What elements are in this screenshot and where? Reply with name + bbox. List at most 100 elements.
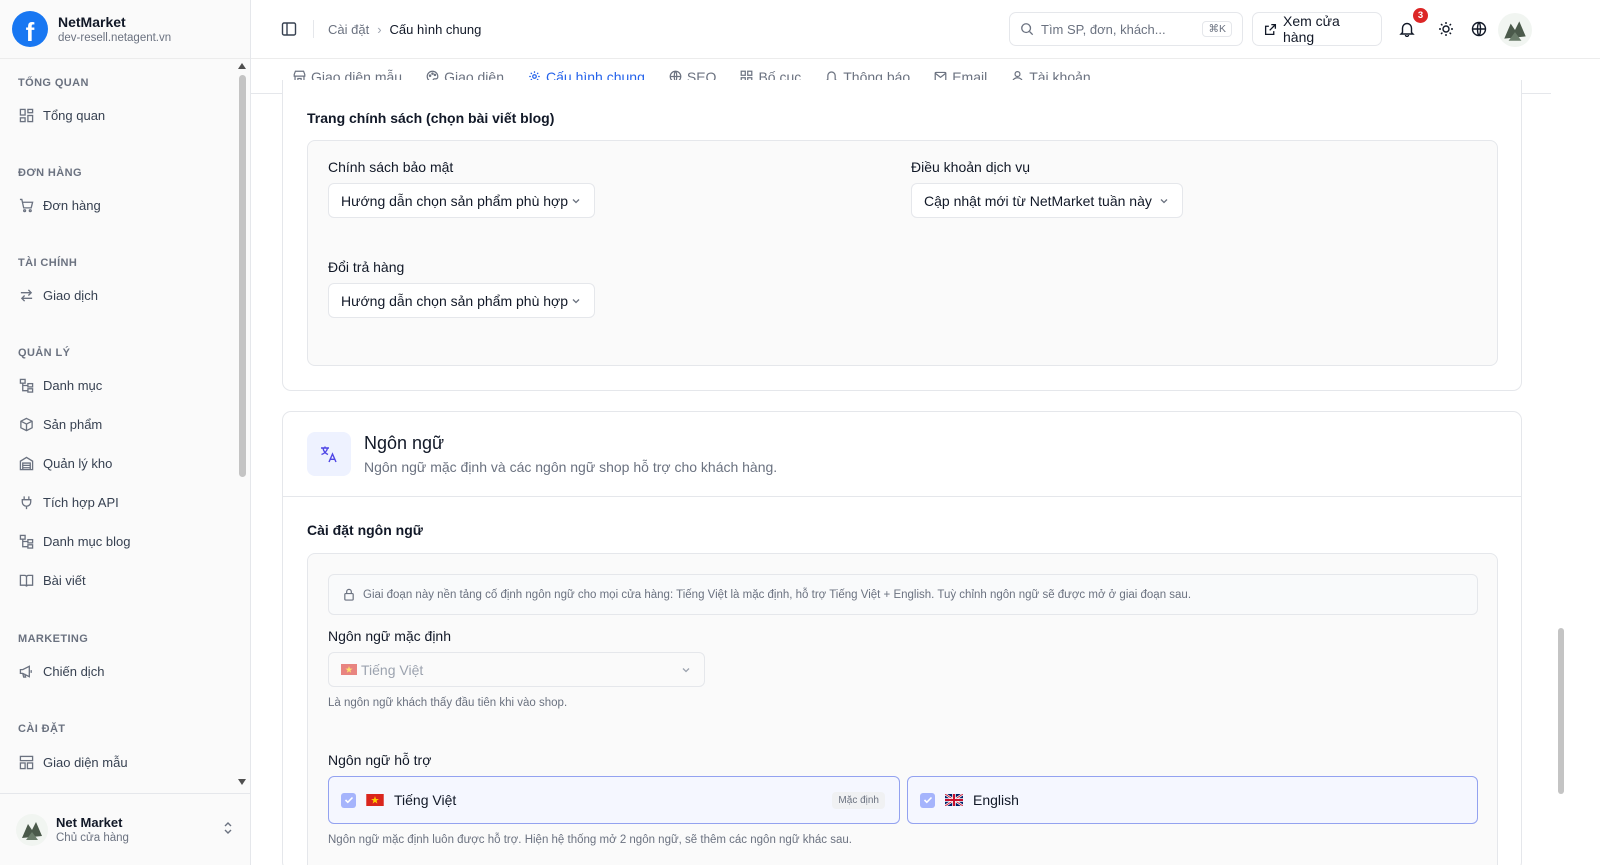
nav-section-title: TỔNG QUAN [18, 77, 89, 89]
chevron-down-icon [1158, 195, 1170, 207]
sidebar-item-templates[interactable]: Giao diện mẫu [0, 746, 236, 778]
lock-icon [343, 588, 355, 601]
sidebar-item-api[interactable]: Tích hợp API [0, 486, 236, 518]
sidebar-item-label: Tích hợp API [43, 494, 119, 510]
translate-icon [307, 432, 351, 476]
sidebar-nav: TỔNG QUAN Tổng quan ĐƠN HÀNG Đơn hàng TÀ… [0, 60, 236, 793]
checkbox-checked-icon[interactable] [920, 792, 935, 808]
vn-flag-icon [341, 664, 357, 675]
uk-flag-icon [945, 794, 963, 806]
sun-icon[interactable] [1436, 19, 1456, 39]
chevron-up-down-icon [222, 821, 234, 838]
field-label: Điều khoản dịch vụ [911, 159, 1031, 175]
bell-icon[interactable] [1397, 19, 1417, 39]
cart-icon [18, 197, 34, 213]
vn-flag-icon [366, 794, 384, 806]
page-scroll-thumb[interactable] [1558, 628, 1564, 794]
checkbox-checked-icon[interactable] [341, 792, 356, 808]
field-label: Đổi trả hàng [328, 259, 405, 275]
sidebar-item-label: Sản phẩm [43, 416, 103, 432]
user-menu[interactable]: Net Market Chủ cửa hàng [0, 793, 250, 865]
section-title: Ngôn ngữ [364, 433, 445, 453]
default-language-select[interactable]: Tiếng Việt [328, 652, 705, 687]
policy-box: Chính sách bảo mật Hướng dẫn chọn sản ph… [307, 140, 1498, 366]
scroll-up-arrow-icon[interactable] [238, 63, 246, 69]
field-label: Ngôn ngữ mặc định [328, 628, 451, 644]
sidebar-item-orders[interactable]: Đơn hàng [0, 189, 236, 221]
sidebar-item-categories[interactable]: Danh mục [0, 369, 236, 401]
field-label: Ngôn ngữ hỗ trợ [328, 752, 432, 768]
nav-section-title: ĐƠN HÀNG [18, 167, 82, 179]
policy-card: Trang chính sách (chọn bài viết blog) Ch… [282, 80, 1522, 391]
language-box: Giai đoạn này nền tảng cố định ngôn ngữ … [307, 553, 1498, 865]
language-label: Tiếng Việt [394, 792, 457, 808]
breadcrumb-current: Cấu hình chung [389, 21, 482, 37]
breadcrumb-parent[interactable]: Cài đặt [328, 22, 369, 37]
section-title: Cài đặt ngôn ngữ [307, 522, 423, 538]
page-scrollbar[interactable] [1555, 60, 1567, 865]
sidebar-item-products[interactable]: Sản phẩm [0, 408, 236, 440]
book-icon [18, 572, 34, 588]
sidebar-item-label: Giao diện mẫu [43, 754, 128, 770]
nav-section-title: TÀI CHÍNH [18, 257, 78, 269]
box-icon [18, 416, 34, 432]
default-badge: Mặc định [832, 791, 885, 809]
language-option-vietnamese[interactable]: Tiếng Việt Mặc định [328, 776, 900, 824]
language-label: English [973, 792, 1019, 808]
sidebar-item-campaigns[interactable]: Chiến dịch [0, 655, 236, 687]
tree-icon [18, 533, 34, 549]
divider [313, 20, 314, 38]
sidebar: f NetMarket dev-resell.netagent.vn TỔNG … [0, 0, 251, 865]
chevron-down-icon [570, 195, 582, 207]
sidebar-item-label: Bài viết [43, 572, 86, 588]
transfer-icon [18, 287, 34, 303]
helper-text: Là ngôn ngữ khách thấy đầu tiên khi vào … [328, 697, 568, 709]
megaphone-icon [18, 663, 34, 679]
avatar[interactable] [1498, 13, 1532, 47]
notification-badge: 3 [1413, 8, 1428, 23]
sidebar-item-warehouse[interactable]: Quản lý kho [0, 447, 236, 479]
return-policy-select[interactable]: Hướng dẫn chọn sản phẩm phù hợp [328, 283, 595, 318]
dashboard-icon [18, 107, 34, 123]
select-value: Tiếng Việt [361, 661, 424, 678]
brand[interactable]: f NetMarket dev-resell.netagent.vn [0, 0, 250, 59]
search-icon [1020, 22, 1034, 36]
sidebar-item-label: Danh mục [43, 377, 103, 393]
sidebar-scroll-thumb[interactable] [239, 75, 246, 477]
sidebar-item-label: Chiến dịch [43, 663, 105, 679]
external-link-icon [1264, 23, 1277, 36]
sidebar-scrollbar[interactable] [236, 60, 250, 793]
sidebar-item-posts[interactable]: Bài viết [0, 564, 236, 596]
sidebar-item-blog-categories[interactable]: Danh mục blog [0, 525, 236, 557]
search-placeholder: Tìm SP, đơn, khách... [1041, 21, 1166, 37]
sidebar-item-overview[interactable]: Tổng quan [0, 99, 236, 131]
search-input[interactable]: Tìm SP, đơn, khách... ⌘K [1009, 12, 1243, 46]
language-option-english[interactable]: English [907, 776, 1478, 824]
view-store-button[interactable]: Xem cửa hàng [1252, 12, 1382, 46]
user-name: Net Market [56, 815, 123, 830]
facebook-logo-icon: f [12, 11, 48, 47]
divider [283, 496, 1521, 497]
privacy-policy-select[interactable]: Hướng dẫn chọn sản phẩm phù hợp [328, 183, 595, 218]
info-notice: Giai đoạn này nền tảng cố định ngôn ngữ … [328, 574, 1478, 615]
nav-section-title: CÀI ĐẶT [18, 723, 66, 735]
search-shortcut: ⌘K [1202, 21, 1232, 37]
language-card: Ngôn ngữ Ngôn ngữ mặc định và các ngôn n… [282, 411, 1522, 865]
sidebar-item-label: Giao dịch [43, 287, 98, 303]
scroll-down-arrow-icon[interactable] [238, 779, 246, 785]
chevron-down-icon [680, 664, 692, 676]
sidebar-item-label: Danh mục blog [43, 533, 131, 549]
nav-section-title: QUẢN LÝ [18, 347, 71, 359]
nav-section-title: MARKETING [18, 633, 89, 645]
brand-name: NetMarket [58, 14, 126, 30]
section-title: Trang chính sách (chọn bài viết blog) [307, 110, 555, 126]
user-role: Chủ cửa hàng [56, 832, 129, 844]
brand-domain: dev-resell.netagent.vn [58, 32, 172, 44]
terms-select[interactable]: Cập nhật mới từ NetMarket tuần này [911, 183, 1183, 218]
select-value: Hướng dẫn chọn sản phẩm phù hợp [341, 192, 568, 209]
warehouse-icon [18, 455, 34, 471]
globe-icon[interactable] [1469, 19, 1489, 39]
sidebar-item-transactions[interactable]: Giao dịch [0, 279, 236, 311]
select-value: Hướng dẫn chọn sản phẩm phù hợp [341, 292, 568, 309]
sidebar-toggle-icon[interactable] [279, 19, 299, 39]
